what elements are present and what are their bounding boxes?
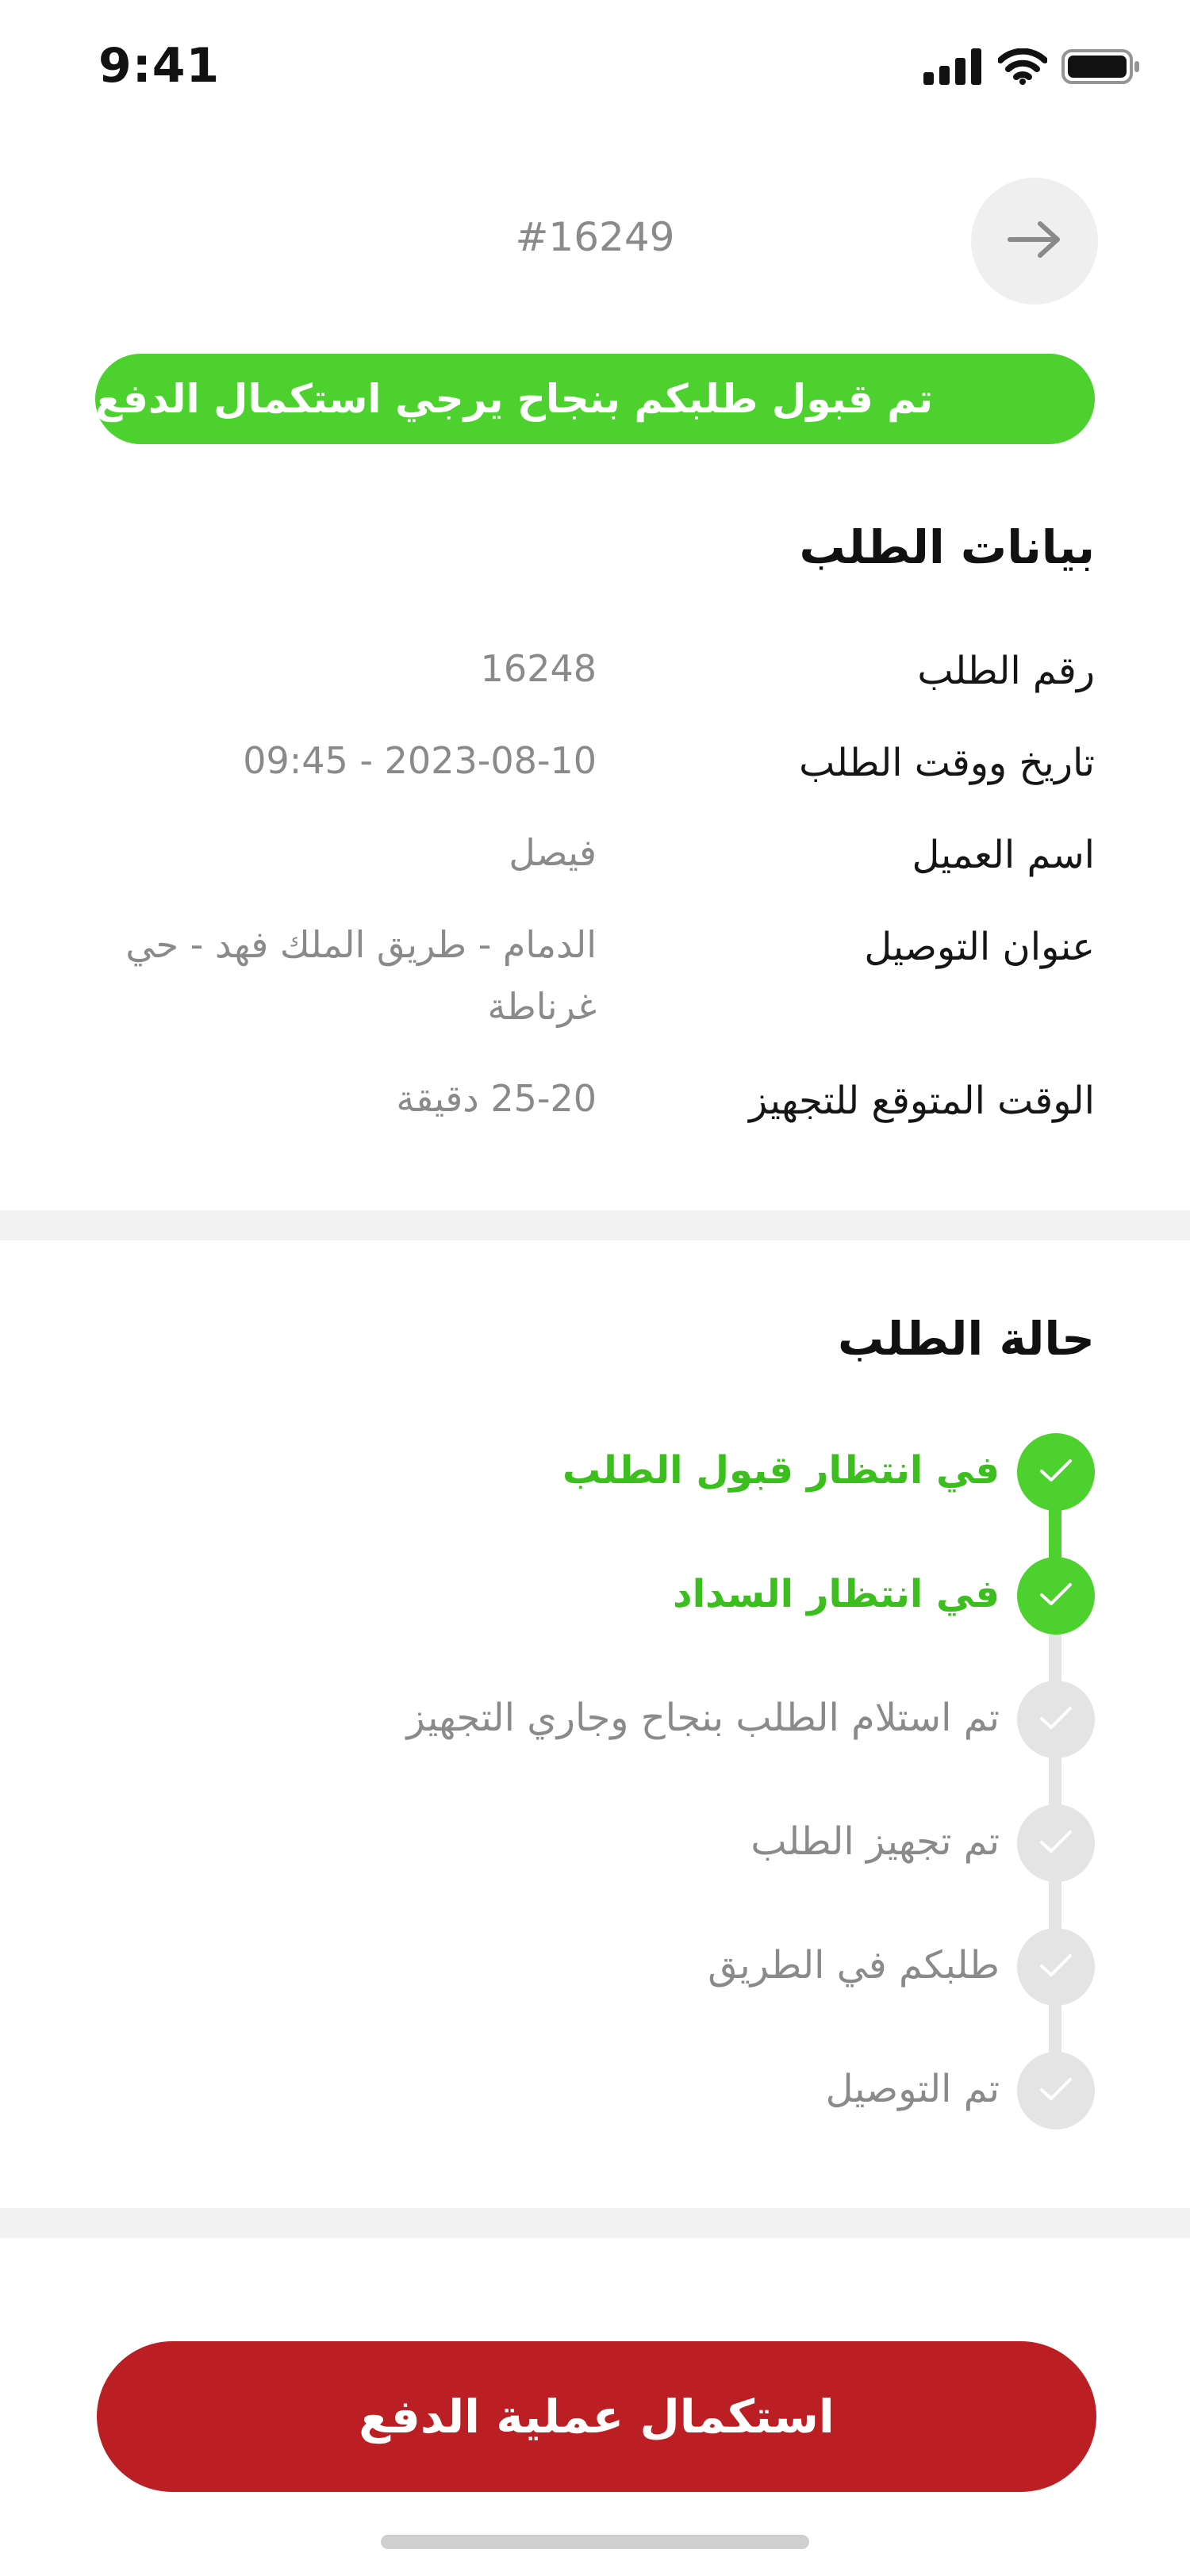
step-label: تم استلام الطلب بنجاح وجاري التجهيز [406, 1696, 1000, 1740]
order-status-title: حالة الطلب [838, 1312, 1095, 1366]
home-indicator[interactable] [381, 2535, 809, 2549]
prep-time-value: 25-20 دقيقة [396, 1077, 597, 1120]
prep-time-label: الوقت المتوقع للتجهيز [749, 1079, 1095, 1123]
status-bar-time: 9:41 [98, 38, 221, 94]
order-datetime-label: تاريخ ووقت الطلب [799, 741, 1095, 785]
step-status-icon [1017, 1928, 1095, 2006]
step-status-icon [1017, 1681, 1095, 1758]
success-banner-text: تم قبول طلبكم بنجاح يرجي استكمال الدفع [95, 376, 934, 422]
order-number-value: 16248 [480, 647, 597, 690]
checkmark-icon [1038, 1704, 1073, 1735]
step-status-icon [1017, 1804, 1095, 1882]
section-divider [0, 1210, 1190, 1240]
wifi-icon [997, 48, 1048, 88]
status-bar-icons [923, 46, 1141, 90]
checkmark-icon [1038, 2076, 1073, 2106]
delivery-address-label: عنوان التوصيل [864, 925, 1095, 969]
back-button[interactable] [971, 178, 1098, 305]
checkmark-icon [1038, 1828, 1073, 1858]
step-label: في انتظار قبول الطلب [562, 1448, 1000, 1493]
checkmark-icon [1038, 1952, 1073, 1982]
customer-name-value: فيصل [509, 831, 597, 874]
checkmark-icon [1038, 1457, 1073, 1487]
order-details-title: بيانات الطلب [799, 520, 1096, 574]
complete-payment-label: استكمال عملية الدفع [359, 2390, 835, 2444]
step-status-icon [1017, 2052, 1095, 2129]
section-divider [0, 2208, 1190, 2238]
success-banner: تم قبول طلبكم بنجاح يرجي استكمال الدفع [95, 354, 1095, 444]
arrow-right-icon [1007, 220, 1062, 263]
cellular-signal-icon [923, 48, 984, 88]
battery-icon [1061, 48, 1141, 89]
complete-payment-button[interactable]: استكمال عملية الدفع [97, 2341, 1096, 2492]
step-label: تم التوصيل [825, 2067, 1000, 2111]
order-number-label: رقم الطلب [917, 649, 1095, 693]
order-datetime-value: 2023-08-10 - 09:45 [243, 739, 597, 782]
step-status-icon [1017, 1433, 1095, 1511]
step-label: في انتظار السداد [672, 1572, 1000, 1616]
step-label: تم تجهيز الطلب [750, 1819, 1000, 1864]
checkmark-icon [1038, 1581, 1073, 1611]
delivery-address-value: الدمام - طريق الملك فهد - حي غرناطة [125, 923, 597, 1028]
customer-name-label: اسم العميل [912, 833, 1095, 877]
step-status-icon [1017, 1557, 1095, 1635]
step-label: طلبكم في الطريق [708, 1943, 1000, 1988]
